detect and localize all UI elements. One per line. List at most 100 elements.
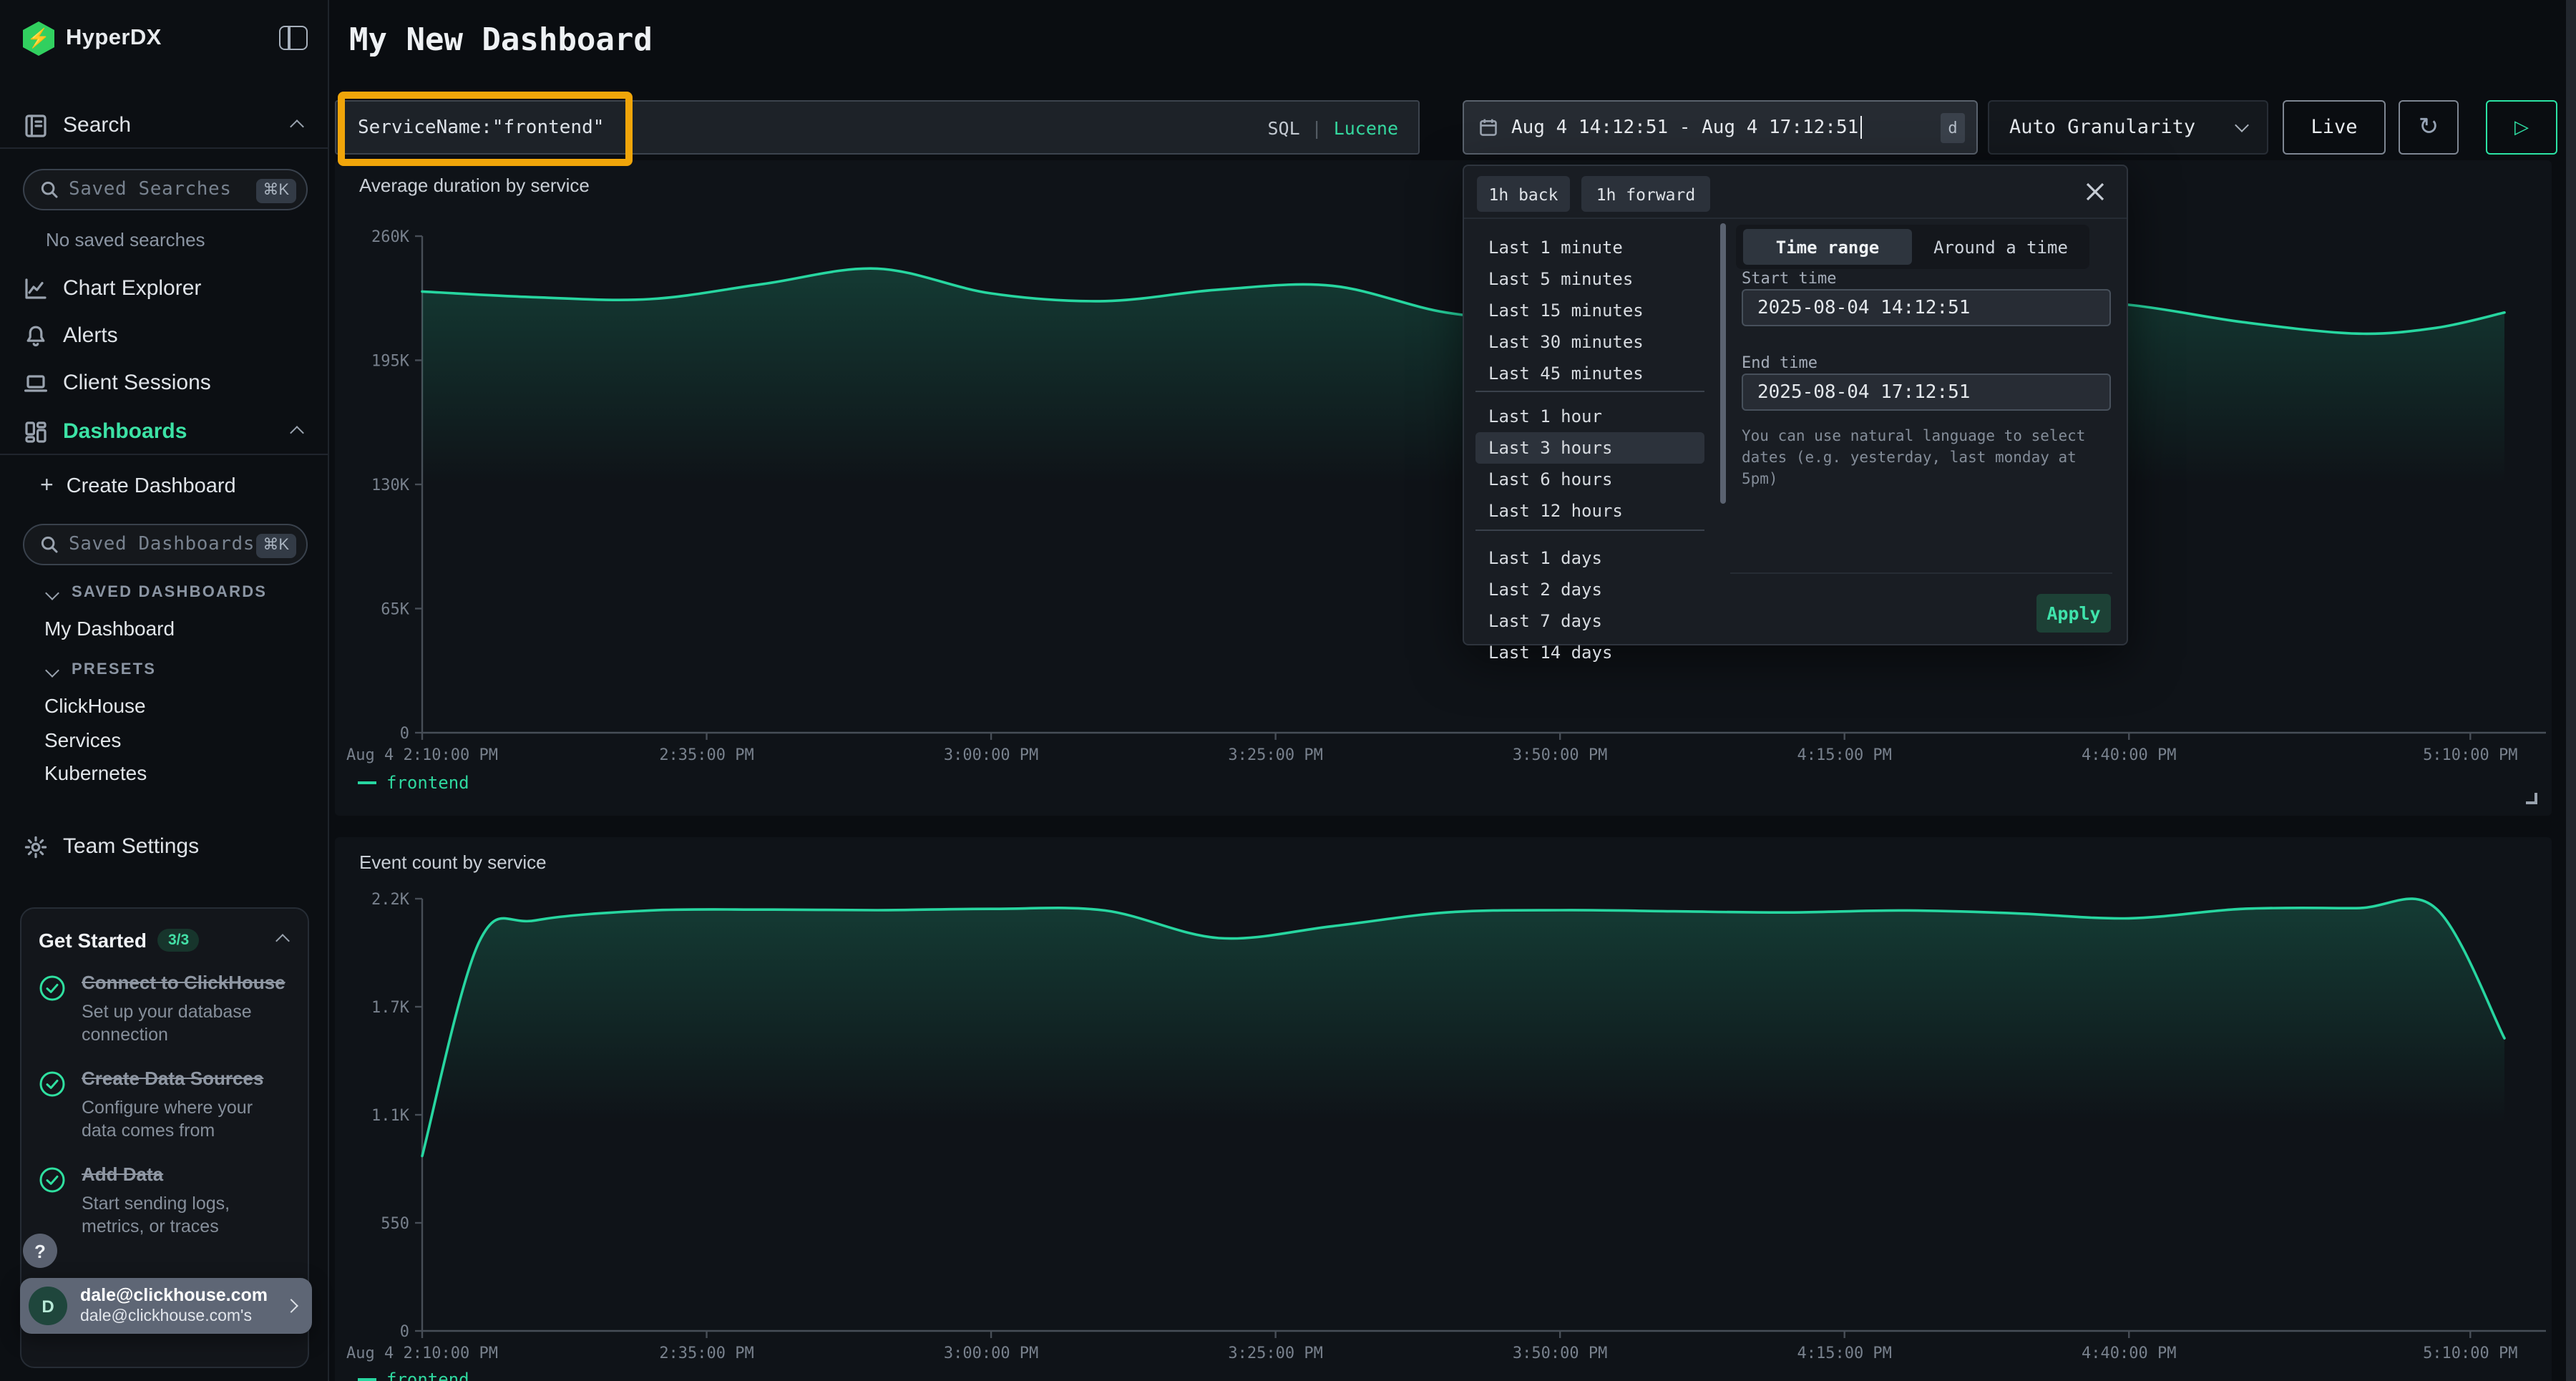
svg-text:3:00:00 PM: 3:00:00 PM <box>944 1345 1038 1362</box>
hyperdx-logo-icon: ⚡ <box>23 21 54 56</box>
d-key-badge: d <box>1941 113 1965 143</box>
chart-legend[interactable]: frontend <box>358 773 469 793</box>
time-option[interactable]: Last 2 days <box>1475 574 1704 605</box>
get-started-header[interactable]: Get Started 3/3 <box>39 929 291 952</box>
saved-searches-input[interactable]: Saved Searches ⌘K <box>23 169 308 210</box>
natural-language-hint: You can use natural language to select d… <box>1742 426 2108 491</box>
chart-line-icon <box>23 275 49 301</box>
time-option[interactable]: Last 6 hours <box>1475 464 1704 495</box>
language-toggle-sql[interactable]: SQL <box>1267 117 1299 138</box>
legend-line-swatch <box>358 1378 376 1381</box>
shift-forward-button[interactable]: 1h forward <box>1581 176 1710 212</box>
gear-icon <box>23 834 49 859</box>
sidebar-item-client-sessions[interactable]: Client Sessions <box>0 363 328 402</box>
time-mode-tabs: Time range Around a time <box>1736 225 2089 269</box>
svg-text:550: 550 <box>381 1215 409 1233</box>
chevron-up-icon <box>290 426 304 440</box>
sidebar-link-kubernetes[interactable]: Kubernetes <box>44 761 147 784</box>
shift-back-button[interactable]: 1h back <box>1477 176 1570 212</box>
sidebar-link-services[interactable]: Services <box>44 728 121 751</box>
svg-text:2.2K: 2.2K <box>371 891 410 909</box>
chart-legend[interactable]: frontend <box>358 1370 469 1381</box>
divider <box>1475 530 1704 531</box>
sidebar-item-search[interactable]: Search <box>0 106 328 145</box>
end-time-input[interactable]: 2025-08-04 17:12:51 <box>1742 374 2111 411</box>
average-duration-chart[interactable]: 065K130K195K260KAug 4 2:10:00 PM2:35:00 … <box>335 160 2552 816</box>
hyperdx-app: ⚡ HyperDX Search Saved Searches ⌘K No <box>0 0 2576 1381</box>
svg-text:Aug 4 2:10:00 PM: Aug 4 2:10:00 PM <box>346 746 498 764</box>
user-account-chip[interactable]: D dale@clickhouse.com dale@clickhouse.co… <box>20 1278 312 1334</box>
get-started-item-sources[interactable]: Create Data Sources Configure where your… <box>39 1068 291 1143</box>
sidebar-item-dashboards[interactable]: Dashboards <box>0 412 328 451</box>
page-scrollbar[interactable] <box>2566 0 2576 1381</box>
start-time-input[interactable]: 2025-08-04 14:12:51 <box>1742 289 2111 326</box>
date-range-input[interactable]: Aug 4 14:12:51 - Aug 4 17:12:51 d <box>1463 100 1978 155</box>
sidebar-item-chart-explorer[interactable]: Chart Explorer <box>0 269 328 308</box>
svg-text:3:25:00 PM: 3:25:00 PM <box>1228 746 1322 764</box>
presets-section-header[interactable]: PRESETS <box>47 658 156 681</box>
chart-title: Average duration by service <box>359 175 590 196</box>
apply-button[interactable]: Apply <box>2036 594 2111 633</box>
user-org: dale@clickhouse.com's <box>80 1307 268 1327</box>
tab-around-a-time[interactable]: Around a time <box>1912 229 2089 265</box>
sidebar-collapse-button[interactable] <box>276 21 311 56</box>
plus-icon: + <box>40 474 54 499</box>
get-started-item-add-data[interactable]: Add Data Start sending logs, metrics, or… <box>39 1163 291 1239</box>
svg-text:0: 0 <box>400 1323 409 1341</box>
panel-resize-handle[interactable] <box>2526 793 2537 804</box>
time-option[interactable]: Last 14 days <box>1475 637 1704 668</box>
svg-text:5:10:00 PM: 5:10:00 PM <box>2423 1345 2517 1362</box>
help-button[interactable]: ? <box>23 1234 57 1268</box>
time-option[interactable]: Last 5 minutes <box>1475 263 1704 295</box>
time-option-selected[interactable]: Last 3 hours <box>1475 432 1704 464</box>
time-option[interactable]: Last 1 days <box>1475 542 1704 574</box>
svg-text:2:35:00 PM: 2:35:00 PM <box>659 746 753 764</box>
granularity-select[interactable]: Auto Granularity <box>1988 100 2268 155</box>
bell-icon <box>23 323 49 348</box>
divider <box>1475 391 1704 392</box>
sidebar-link-clickhouse[interactable]: ClickHouse <box>44 694 146 717</box>
time-option[interactable]: Last 15 minutes <box>1475 295 1704 326</box>
live-button[interactable]: Live <box>2283 100 2386 155</box>
saved-dashboards-input[interactable]: Saved Dashboards ⌘K <box>23 524 308 565</box>
time-option[interactable]: Last 1 minute <box>1475 232 1704 263</box>
play-icon: ▷ <box>2514 116 2529 139</box>
time-option[interactable]: Last 1 hour <box>1475 401 1704 432</box>
search-icon <box>40 180 59 199</box>
avatar: D <box>29 1287 67 1325</box>
sidebar-collapse-icon <box>279 26 308 50</box>
svg-text:195K: 195K <box>371 353 410 371</box>
time-option[interactable]: Last 12 hours <box>1475 495 1704 527</box>
dashboard-grid-icon <box>23 419 49 444</box>
svg-text:4:15:00 PM: 4:15:00 PM <box>1797 746 1891 764</box>
chevron-down-icon <box>45 663 59 677</box>
saved-dashboards-section-header[interactable]: SAVED DASHBOARDS <box>47 581 267 604</box>
create-dashboard-button[interactable]: + Create Dashboard <box>40 472 236 501</box>
end-time-label: End time <box>1742 353 1818 372</box>
check-circle-icon <box>39 1166 66 1194</box>
shortcut-badge: ⌘K <box>255 179 296 203</box>
get-started-item-connect[interactable]: Connect to ClickHouse Set up your databa… <box>39 972 291 1048</box>
language-toggle-lucene[interactable]: Lucene <box>1334 117 1398 138</box>
svg-text:5:10:00 PM: 5:10:00 PM <box>2423 746 2517 764</box>
refresh-button[interactable]: ↻ <box>2399 100 2459 155</box>
page-title: My New Dashboard <box>349 23 653 59</box>
chevron-down-icon <box>45 585 59 600</box>
play-button[interactable]: ▷ <box>2486 100 2557 155</box>
sidebar-item-alerts[interactable]: Alerts <box>0 316 328 355</box>
time-option[interactable]: Last 45 minutes <box>1475 358 1704 389</box>
time-option[interactable]: Last 7 days <box>1475 605 1704 637</box>
svg-text:3:00:00 PM: 3:00:00 PM <box>944 746 1038 764</box>
svg-text:3:25:00 PM: 3:25:00 PM <box>1228 1345 1322 1362</box>
tab-time-range[interactable]: Time range <box>1743 229 1912 265</box>
user-email: dale@clickhouse.com <box>80 1284 268 1307</box>
event-count-chart[interactable]: 05501.1K1.7K2.2KAug 4 2:10:00 PM2:35:00 … <box>335 837 2552 1381</box>
sidebar-item-team-settings[interactable]: Team Settings <box>0 827 328 866</box>
brand-name: HyperDX <box>66 26 162 52</box>
time-option[interactable]: Last 30 minutes <box>1475 326 1704 358</box>
scrollbar-thumb[interactable] <box>1720 223 1726 504</box>
start-time-label: Start time <box>1742 269 1836 288</box>
divider <box>1464 218 2127 219</box>
close-icon[interactable] <box>2082 179 2108 205</box>
sidebar-link-my-dashboard[interactable]: My Dashboard <box>44 617 175 640</box>
